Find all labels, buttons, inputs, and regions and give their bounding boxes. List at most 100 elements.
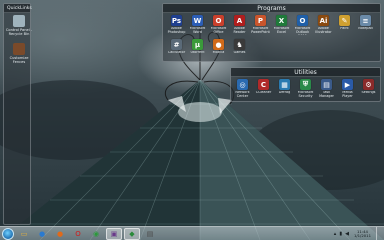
programs-item-utorrent[interactable]: µ Utorrent <box>187 39 208 63</box>
utilities-fence[interactable]: Utilities ◎ Network Center C CCleaner ▦ Defra… <box>230 67 381 102</box>
start-button[interactable] <box>2 227 14 240</box>
outlook-icon: O <box>297 15 308 26</box>
programs-item-microsoft-office[interactable]: O Microsoft Office <box>208 15 229 39</box>
games-icon: ♞ <box>234 39 245 50</box>
utilities-item-label: Settings <box>361 91 376 94</box>
firefox-icon: ● <box>56 229 64 238</box>
utilities-item-settings[interactable]: ⚙ Settings <box>358 79 379 103</box>
media-button[interactable]: ● <box>34 228 50 240</box>
clock[interactable]: 11:44 1/1/2011 <box>353 229 371 239</box>
taskbar: ▭ ● ● O ◉ ▣ ◆ ▤ ▴ ▮ ◀ 11:44 1/1/2011 <box>0 226 384 240</box>
quicklinks-fence[interactable]: QuickLinks Control Panel - Recycle Bin Cu… <box>3 3 34 225</box>
programs-item-label: Mozilla <box>212 51 225 54</box>
photoshop-icon: Ps <box>171 15 182 26</box>
media-player-icon: ▶ <box>342 79 353 90</box>
programs-item-microsoft-powerpoint[interactable]: P Microsoft PowerPoint <box>250 15 271 39</box>
app-button-active[interactable]: ▣ <box>106 227 122 240</box>
quicklink-label: Control Panel - Recycle Bin <box>5 28 33 36</box>
opera-button[interactable]: O <box>70 228 86 240</box>
firefox-icon: ● <box>213 39 224 50</box>
programs-item-label: Adobe Reader <box>233 27 246 34</box>
utorrent-icon: µ <box>192 39 203 50</box>
programs-item-microsoft-excel[interactable]: X Microsoft Excel <box>271 15 292 39</box>
opera-icon: O <box>75 229 81 238</box>
app-button-2[interactable]: ◆ <box>124 227 140 240</box>
programs-item-adobe-reader[interactable]: A Adobe Reader <box>229 15 250 39</box>
programs-item-mozilla[interactable]: ● Mozilla <box>208 39 229 63</box>
acrobat-icon: A <box>234 15 245 26</box>
programs-item-label: Microsoft Office <box>210 27 227 34</box>
show-desktop-button[interactable] <box>376 227 380 240</box>
chevron-up-icon[interactable]: ▴ <box>334 231 337 237</box>
firefox-button[interactable]: ● <box>52 228 68 240</box>
programs-item-adobe-photoshop[interactable]: Ps Adobe Photoshop <box>166 15 187 39</box>
quicklink-control-panel-recycle-bin[interactable]: Control Panel - Recycle Bin <box>4 15 34 41</box>
programs-item-label: Notepad <box>358 27 373 30</box>
network-icon[interactable]: ▮ <box>339 231 342 237</box>
programs-item-games[interactable]: ♞ Games <box>229 39 250 63</box>
security-icon: ⛨ <box>300 79 311 90</box>
media-icon: ● <box>38 229 46 238</box>
paint-icon: ✎ <box>339 15 350 26</box>
quicklinks-fence-title: QuickLinks <box>4 4 32 13</box>
programs-item-notepad[interactable]: ≡ Notepad <box>355 15 376 39</box>
notepad-icon: ≡ <box>360 15 371 26</box>
network-icon: ◎ <box>237 79 248 90</box>
document-icon: ▤ <box>146 229 154 238</box>
taskmgr-icon: ▤ <box>321 79 332 90</box>
fences-icon <box>13 43 25 55</box>
quicklink-label: Customize Fences <box>9 56 29 64</box>
programs-item-label: Microsoft Excel <box>273 27 290 34</box>
programs-item-label: Microsoft Word <box>189 27 206 34</box>
utilities-item-media-player[interactable]: ▶ Media Player <box>337 79 358 103</box>
programs-item-microsoft-word[interactable]: W Microsoft Word <box>187 15 208 39</box>
programs-item-calculator[interactable]: # Calculator <box>166 39 187 63</box>
settings-icon: ⚙ <box>363 79 374 90</box>
utilities-item-defrag[interactable]: ▦ Defrag <box>274 79 295 103</box>
app-icon: ◆ <box>129 229 135 238</box>
programs-item-microsoft-outlook-2010[interactable]: OMicrosoft Outlook 2010 <box>292 15 313 39</box>
powerpoint-icon: P <box>255 15 266 26</box>
clock-date: 1/1/2011 <box>353 233 371 238</box>
programs-item-label: Calculator <box>167 51 186 54</box>
recycle-bin-icon <box>13 15 25 27</box>
office-icon: O <box>213 15 224 26</box>
calculator-icon: # <box>171 39 182 50</box>
programs-item-label: Utorrent <box>190 51 205 54</box>
utilities-item-label: Task Manager <box>319 91 334 98</box>
folder-icon: ▭ <box>20 229 28 238</box>
chrome-button[interactable]: ◉ <box>88 228 104 240</box>
programs-item-label: Paint <box>340 27 349 30</box>
ccleaner-icon: C <box>258 79 269 90</box>
excel-icon: X <box>276 15 287 26</box>
window-icon: ▣ <box>110 229 118 238</box>
programs-item-label: Adobe Illustrator <box>315 27 332 34</box>
utilities-item-task-manager[interactable]: ▤ Task Manager <box>316 79 337 103</box>
illustrator-icon: Ai <box>318 15 329 26</box>
app-button-3[interactable]: ▤ <box>142 228 158 240</box>
utilities-item-label: Microsoft Security <box>297 91 314 98</box>
utilities-item-network-center[interactable]: ◎ Network Center <box>232 79 253 103</box>
programs-item-label: Microsoft PowerPoint <box>251 27 270 34</box>
utilities-item-label: Media Player <box>342 91 353 98</box>
programs-item-paint[interactable]: ✎ Paint <box>334 15 355 39</box>
utilities-fence-title: Utilities <box>231 68 380 77</box>
defrag-icon: ▦ <box>279 79 290 90</box>
quicklink-customize-fences[interactable]: Customize Fences <box>4 43 34 69</box>
volume-icon[interactable]: ◀ <box>345 231 349 237</box>
programs-fence-title: Programs <box>163 4 380 13</box>
programs-fence[interactable]: Programs Ps Adobe Photoshop W Microsoft Wor… <box>162 3 381 62</box>
programs-item-label: Adobe Photoshop <box>167 27 186 34</box>
programs-item-adobe-illustrator[interactable]: Ai Adobe Illustrator <box>313 15 334 39</box>
utilities-item-ccleaner[interactable]: C CCleaner <box>253 79 274 103</box>
utilities-item-label: Defrag <box>278 91 291 94</box>
explorer-button[interactable]: ▭ <box>16 228 32 240</box>
programs-item-label: Games <box>233 51 246 54</box>
utilities-item-label: CCleaner <box>255 91 272 94</box>
utilities-item-label: Network Center <box>235 91 250 98</box>
programs-item-label: Microsoft Outlook 2010 <box>294 27 311 35</box>
chrome-icon: ◉ <box>92 229 100 238</box>
utilities-item-microsoft-security[interactable]: ⛨ Microsoft Security <box>295 79 316 103</box>
system-tray: ▴ ▮ ◀ 11:44 1/1/2011 <box>334 227 380 240</box>
word-icon: W <box>192 15 203 26</box>
